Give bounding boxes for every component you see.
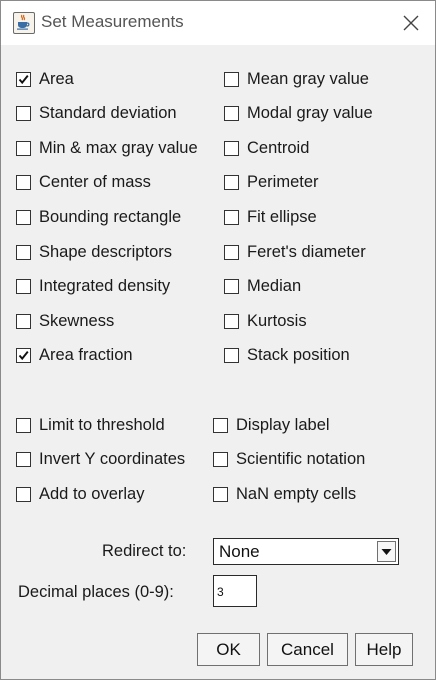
checkbox-label: Perimeter <box>247 173 319 192</box>
checkbox-label: Mean gray value <box>247 69 369 88</box>
checkbox-label: Modal gray value <box>247 104 373 123</box>
ok-button[interactable]: OK <box>197 633 260 666</box>
checkbox-label: Centroid <box>247 138 310 157</box>
checkbox-unchecked-icon[interactable] <box>224 209 239 225</box>
help-button[interactable]: Help <box>355 633 413 666</box>
checkbox-add-to-overlay[interactable]: Add to overlay <box>16 483 144 505</box>
checkbox-unchecked-icon[interactable] <box>16 106 31 122</box>
checkbox-skewness[interactable]: Skewness <box>16 310 114 332</box>
checkbox-checked-icon[interactable] <box>16 71 31 87</box>
checkbox-unchecked-icon[interactable] <box>224 244 239 260</box>
checkbox-area-fraction[interactable]: Area fraction <box>16 345 133 367</box>
checkbox-limit-to-threshold[interactable]: Limit to threshold <box>16 414 165 436</box>
checkbox-standard-deviation[interactable]: Standard deviation <box>16 103 177 125</box>
checkbox-unchecked-icon[interactable] <box>16 313 31 329</box>
checkbox-label: Standard deviation <box>39 104 177 123</box>
checkbox-label: Feret's diameter <box>247 242 366 261</box>
set-measurements-dialog: Set Measurements Area Mean gray value Stan… <box>0 0 436 680</box>
redirect-select[interactable]: None <box>213 538 399 565</box>
checkbox-perimeter[interactable]: Perimeter <box>224 172 319 194</box>
checkbox-unchecked-icon[interactable] <box>213 417 228 433</box>
checkbox-label: Shape descriptors <box>39 242 172 261</box>
checkbox-label: Limit to threshold <box>39 415 165 434</box>
checkbox-label: Area <box>39 69 74 88</box>
checkbox-unchecked-icon[interactable] <box>16 209 31 225</box>
checkbox-label: Median <box>247 277 302 296</box>
checkbox-unchecked-icon[interactable] <box>16 175 31 191</box>
checkbox-label: Area fraction <box>39 346 133 365</box>
checkbox-scientific-notation[interactable]: Scientific notation <box>213 449 365 471</box>
window-title: Set Measurements <box>41 12 184 31</box>
checkbox-nan-empty-cells[interactable]: NaN empty cells <box>213 483 356 505</box>
checkbox-stack-position[interactable]: Stack position <box>224 345 350 367</box>
checkbox-checked-icon[interactable] <box>16 348 31 364</box>
checkbox-integrated-density[interactable]: Integrated density <box>16 276 170 298</box>
checkbox-label: Kurtosis <box>247 311 307 330</box>
checkbox-label: Bounding rectangle <box>39 207 182 226</box>
checkbox-label: Skewness <box>39 311 115 330</box>
java-cup-icon <box>13 12 35 34</box>
checkbox-label: Scientific notation <box>236 450 366 469</box>
checkbox-modal-gray-value[interactable]: Modal gray value <box>224 103 373 125</box>
checkbox-unchecked-icon[interactable] <box>224 175 239 191</box>
checkbox-label: NaN empty cells <box>236 484 357 503</box>
close-icon[interactable] <box>399 11 423 35</box>
checkbox-label: Stack position <box>247 346 350 365</box>
checkbox-unchecked-icon[interactable] <box>16 279 31 295</box>
redirect-label: Redirect to: <box>102 542 187 560</box>
checkbox-feret-s-diameter[interactable]: Feret's diameter <box>224 241 366 263</box>
checkbox-unchecked-icon[interactable] <box>16 486 31 502</box>
checkbox-centroid[interactable]: Centroid <box>224 137 309 159</box>
checkbox-label: Fit ellipse <box>247 207 317 226</box>
checkbox-unchecked-icon[interactable] <box>224 71 239 87</box>
checkbox-unchecked-icon[interactable] <box>16 244 31 260</box>
chevron-down-icon[interactable] <box>377 541 396 562</box>
checkbox-invert-y-coordinates[interactable]: Invert Y coordinates <box>16 449 185 471</box>
checkbox-label: Invert Y coordinates <box>39 450 186 469</box>
checkbox-fit-ellipse[interactable]: Fit ellipse <box>224 206 317 228</box>
checkbox-median[interactable]: Median <box>224 276 301 298</box>
checkbox-label: Center of mass <box>39 173 151 192</box>
checkbox-label: Add to overlay <box>39 484 145 503</box>
checkbox-unchecked-icon[interactable] <box>16 140 31 156</box>
checkbox-unchecked-icon[interactable] <box>16 417 31 433</box>
checkbox-unchecked-icon[interactable] <box>224 106 239 122</box>
checkbox-kurtosis[interactable]: Kurtosis <box>224 310 307 332</box>
checkbox-unchecked-icon[interactable] <box>224 348 239 364</box>
checkbox-area[interactable]: Area <box>16 68 74 90</box>
checkbox-mean-gray-value[interactable]: Mean gray value <box>224 68 369 90</box>
checkbox-unchecked-icon[interactable] <box>224 313 239 329</box>
decimal-places-label: Decimal places (0-9): <box>18 583 174 601</box>
checkbox-unchecked-icon[interactable] <box>213 452 228 468</box>
checkbox-unchecked-icon[interactable] <box>224 140 239 156</box>
title-bar: Set Measurements <box>1 1 435 45</box>
decimal-places-input[interactable] <box>213 575 257 607</box>
checkbox-center-of-mass[interactable]: Center of mass <box>16 172 151 194</box>
checkbox-bounding-rectangle[interactable]: Bounding rectangle <box>16 206 181 228</box>
checkbox-min-max-gray-value[interactable]: Min & max gray value <box>16 137 198 159</box>
checkbox-unchecked-icon[interactable] <box>213 486 228 502</box>
checkbox-unchecked-icon[interactable] <box>16 452 31 468</box>
checkbox-label: Integrated density <box>39 277 171 296</box>
checkbox-unchecked-icon[interactable] <box>224 279 239 295</box>
checkbox-display-label[interactable]: Display label <box>213 414 330 436</box>
redirect-selected-value: None <box>219 542 260 561</box>
checkbox-label: Display label <box>236 415 330 434</box>
checkbox-label: Min & max gray value <box>39 138 198 157</box>
cancel-button[interactable]: Cancel <box>267 633 348 666</box>
checkbox-shape-descriptors[interactable]: Shape descriptors <box>16 241 172 263</box>
